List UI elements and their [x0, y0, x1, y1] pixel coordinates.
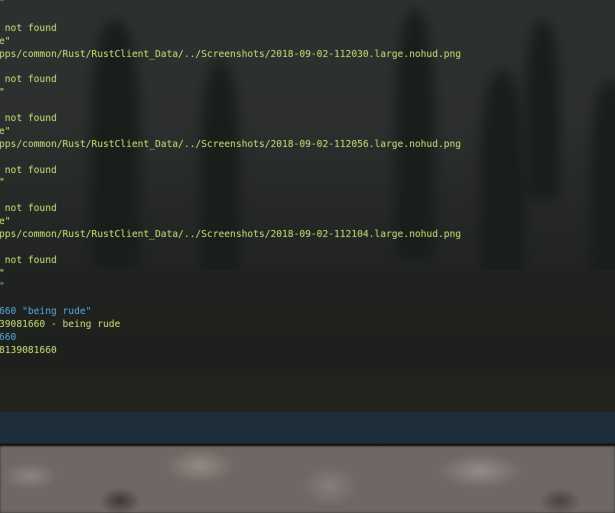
log-line: pps/common/Rust/RustClient_Data/../Scree… — [0, 229, 462, 241]
log-line: pps/common/Rust/RustClient_Data/../Scree… — [0, 48, 462, 60]
log-line: not found — [0, 254, 57, 266]
log-line: " — [0, 177, 615, 190]
console-output-bottom — [0, 375, 615, 412]
log-line: e" — [0, 125, 11, 137]
console-input[interactable] — [0, 412, 615, 443]
console-input-border — [0, 443, 615, 446]
log-line: " — [0, 87, 615, 100]
log-line: e" — [0, 35, 11, 47]
rocky-ground — [0, 446, 615, 513]
log-line: not found — [0, 164, 57, 176]
log-line: " — [0, 268, 615, 281]
log-line: 660 "being rude" — [0, 306, 92, 318]
log-line: 39081660 - being rude — [0, 319, 121, 331]
log-line: " — [0, 281, 615, 294]
console-panel: " not founde"pps/common/Rust/RustClient_… — [0, 0, 615, 446]
log-line: not found — [0, 22, 57, 34]
log-line: pps/common/Rust/RustClient_Data/../Scree… — [0, 138, 462, 150]
log-line: e" — [0, 216, 11, 228]
log-line: 8139081660 — [0, 345, 57, 357]
console-log: " not founde"pps/common/Rust/RustClient_… — [0, 0, 615, 358]
log-line: not found — [0, 74, 57, 86]
log-line: " — [0, 0, 615, 10]
log-line: not found — [0, 203, 57, 215]
log-line: 660 — [0, 332, 17, 344]
log-line: not found — [0, 113, 57, 125]
